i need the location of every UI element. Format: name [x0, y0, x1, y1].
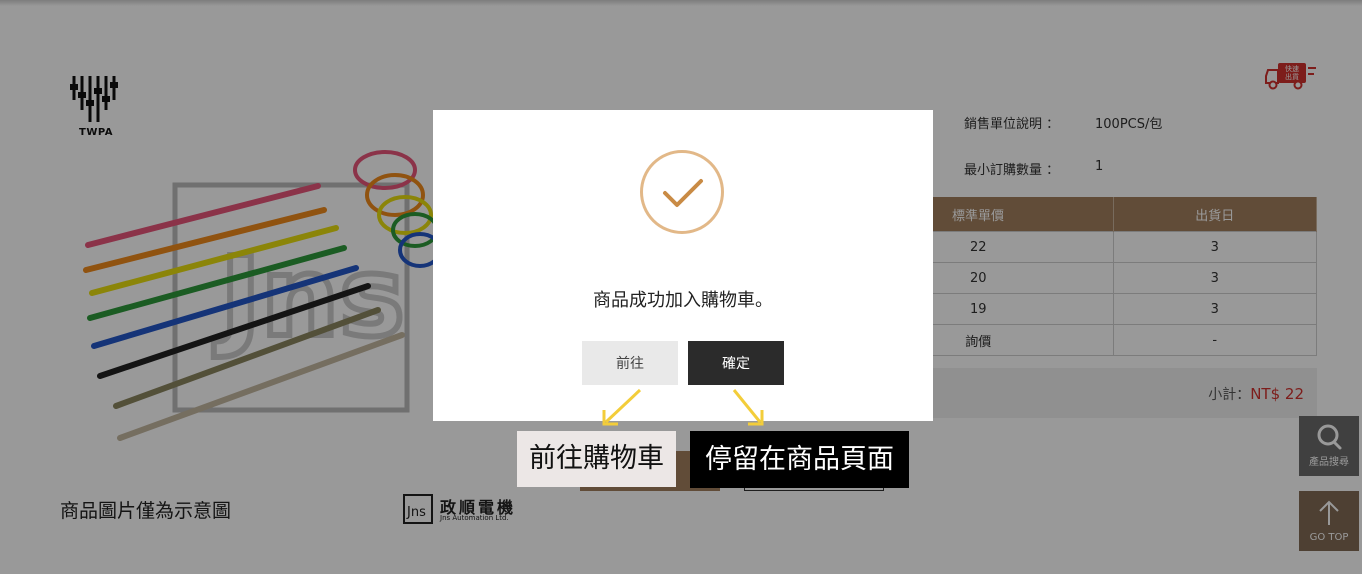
go-to-cart-button[interactable]: 前往 — [582, 341, 678, 385]
add-to-cart-modal: 商品成功加入購物車。 前往 確定 — [433, 110, 933, 421]
annotation-go-to-cart: 前往購物車 — [517, 431, 676, 487]
modal-message: 商品成功加入購物車。 — [593, 290, 773, 311]
confirm-button[interactable]: 確定 — [688, 341, 784, 385]
success-check-icon — [640, 150, 724, 234]
arrow-right-annotation-icon — [732, 389, 764, 426]
arrow-left-annotation-icon — [602, 388, 642, 426]
annotation-stay-on-page: 停留在商品頁面 — [690, 431, 909, 488]
